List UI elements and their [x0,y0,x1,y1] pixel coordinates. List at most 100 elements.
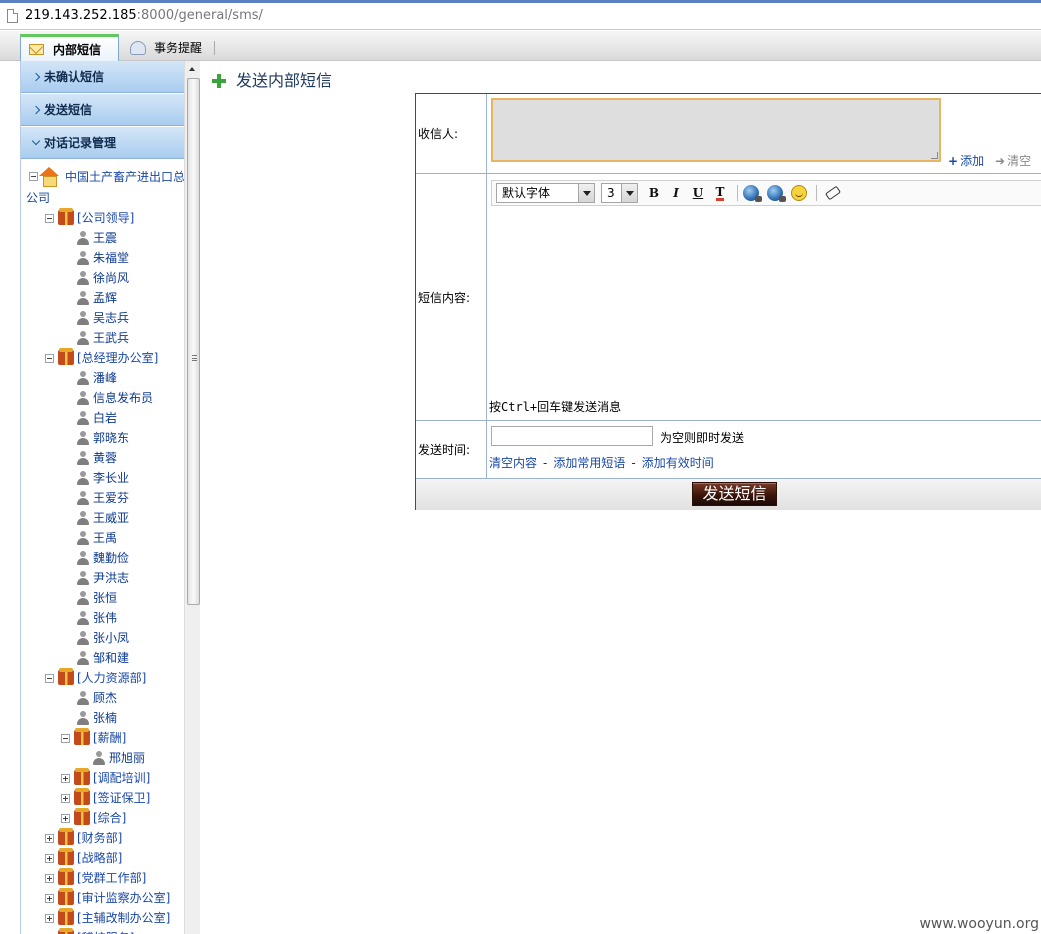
expand-icon[interactable] [45,914,54,923]
tree-root[interactable]: 中国土产畜产进出口总 公司 [21,166,184,208]
reminder-icon [130,40,146,55]
content-editor[interactable]: 默认字体 3 B I U T 按Ctrl+回车键发送消息 [487,174,1041,420]
tree-user-node[interactable]: 王爱芬 [21,488,184,508]
tree-user-node[interactable]: 郭晓东 [21,428,184,448]
expand-icon[interactable] [61,774,70,783]
department-icon [58,668,74,685]
tree-user-node[interactable]: 张恒 [21,588,184,608]
expand-icon[interactable] [61,794,70,803]
italic-button[interactable]: I [666,183,686,203]
tree-user-node[interactable]: 张小凤 [21,628,184,648]
user-icon [77,551,89,565]
collapse-icon[interactable] [45,214,54,223]
tree-user-node[interactable]: 顾杰 [21,688,184,708]
user-icon [77,431,89,445]
bold-button[interactable]: B [644,183,664,203]
tab-reminders[interactable]: 事务提醒 [126,34,216,61]
sidebar: 未确认短信 发送短信 对话记录管理 中国土产畜产进出口总 公司 [公司领导] 王震… [20,61,184,934]
dropdown-arrow-icon [621,184,637,202]
tree-dept-node[interactable]: [党群工作部] [21,868,184,888]
tree-node-label: 白岩 [93,411,118,425]
underline-button[interactable]: U [688,183,708,203]
tree-dept-node[interactable]: [签证保卫] [21,788,184,808]
expand-icon[interactable] [45,854,54,863]
tree-dept-node[interactable]: [调配培训] [21,768,184,788]
sidebar-scrollbar[interactable] [184,61,200,934]
expand-icon[interactable] [45,894,54,903]
tree-dept-node[interactable]: [公司领导] [21,208,184,228]
expand-icon[interactable] [61,814,70,823]
tree-user-node[interactable]: 吴志兵 [21,308,184,328]
collapse-icon[interactable] [29,172,38,181]
menu-send-sms[interactable]: 发送短信 [21,94,184,126]
user-icon [77,511,89,525]
user-icon [77,371,89,385]
remove-link-icon[interactable] [767,185,786,202]
tree-user-node[interactable]: 李长业 [21,468,184,488]
user-icon [77,571,89,585]
size-select[interactable]: 3 [601,183,638,203]
tree-dept-node[interactable]: [财务部] [21,828,184,848]
tree-user-node[interactable]: 张楠 [21,708,184,728]
add-phrase-link[interactable]: 添加常用短语 [553,456,625,470]
tree-node-label: [公司领导] [77,211,135,225]
tree-node-label: [综合] [93,811,127,825]
send-time-input[interactable] [491,426,653,446]
collapse-icon[interactable] [45,354,54,363]
tree-user-node[interactable]: 徐尚风 [21,268,184,288]
font-select[interactable]: 默认字体 [496,183,595,203]
tree-dept-node[interactable]: [薪酬] [21,728,184,748]
tree-user-node[interactable]: 孟辉 [21,288,184,308]
clear-content-link[interactable]: 清空内容 [489,456,537,470]
collapse-icon[interactable] [61,734,70,743]
text-color-button[interactable]: T [710,183,730,203]
expand-icon[interactable] [45,874,54,883]
tree-dept-node[interactable]: [稽核服务] [21,928,184,934]
tree-dept-node[interactable]: [主辅改制办公室] [21,908,184,928]
tree-user-node[interactable]: 王禹 [21,528,184,548]
tree-user-node[interactable]: 王威亚 [21,508,184,528]
tree-user-node[interactable]: 黄蓉 [21,448,184,468]
tree-user-node[interactable]: 邢旭丽 [21,748,184,768]
emoticon-icon[interactable] [791,185,807,201]
scroll-up-arrow-icon[interactable] [189,67,195,71]
tree-user-node[interactable]: 信息发布员 [21,388,184,408]
tree-dept-node[interactable]: [战略部] [21,848,184,868]
tree-user-node[interactable]: 王震 [21,228,184,248]
url-text[interactable]: 219.143.252.185:8000/general/sms/ [25,8,263,23]
tree-node-label: 朱福堂 [93,251,130,265]
tree-user-node[interactable]: 王武兵 [21,328,184,348]
recipient-input[interactable] [491,98,941,162]
plus-icon [212,73,226,88]
tree-user-node[interactable]: 潘峰 [21,368,184,388]
insert-link-icon[interactable] [743,185,762,202]
tree-dept-node[interactable]: [总经理办公室] [21,348,184,368]
department-icon [58,348,74,365]
tree-user-node[interactable]: 邹和建 [21,648,184,668]
tree-node-label: 吴志兵 [93,311,130,325]
add-recipient-link[interactable]: + 添加 [948,152,984,169]
clear-recipient-link[interactable]: ➜ 清空 [995,152,1031,169]
add-valid-time-link[interactable]: 添加有效时间 [642,456,714,470]
tree-node-label: [薪酬] [93,731,127,745]
user-icon [93,751,105,765]
send-sms-button[interactable]: 发送短信 [692,482,777,506]
expand-icon[interactable] [45,834,54,843]
tree-dept-node[interactable]: [综合] [21,808,184,828]
tree-user-node[interactable]: 朱福堂 [21,248,184,268]
tab-internal-sms[interactable]: 内部短信 [20,34,119,61]
collapse-icon[interactable] [45,674,54,683]
menu-unconfirmed-sms[interactable]: 未确认短信 [21,61,184,93]
tree-dept-node[interactable]: [审计监察办公室] [21,888,184,908]
menu-conversation-records[interactable]: 对话记录管理 [21,127,184,159]
address-bar[interactable]: 219.143.252.185:8000/general/sms/ [0,0,1041,30]
resize-handle-icon[interactable] [931,152,938,159]
tree-dept-node[interactable]: [人力资源部] [21,668,184,688]
eraser-icon[interactable] [824,185,842,201]
tree-node-label: [人力资源部] [77,671,147,685]
tree-user-node[interactable]: 尹洪志 [21,568,184,588]
tree-user-node[interactable]: 张伟 [21,608,184,628]
tree-user-node[interactable]: 魏勤俭 [21,548,184,568]
tree-user-node[interactable]: 白岩 [21,408,184,428]
scrollbar-thumb[interactable] [187,78,200,605]
